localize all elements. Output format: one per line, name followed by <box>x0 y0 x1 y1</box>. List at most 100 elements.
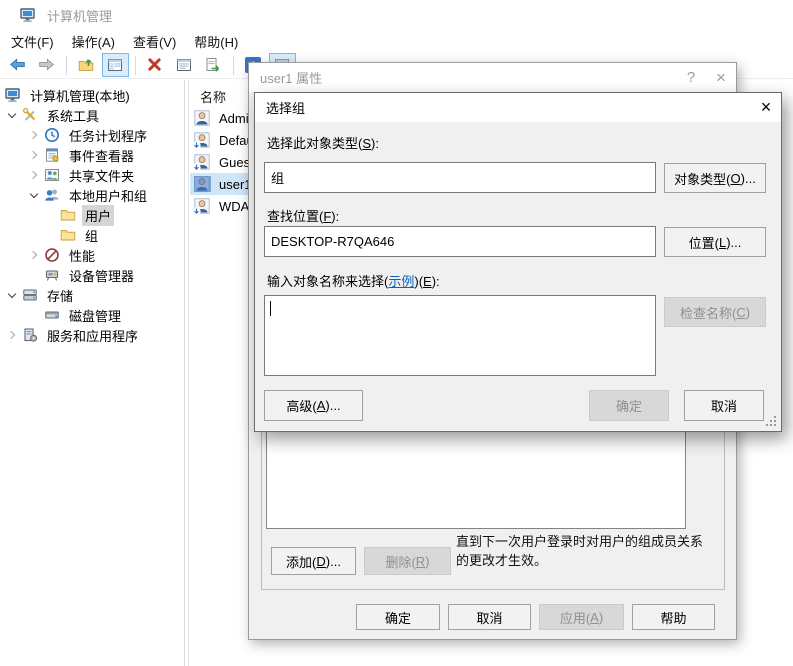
menu-view[interactable]: 查看(V) <box>124 30 185 53</box>
enter-names-label: 输入对象名称来选择(示例)(E): <box>267 271 440 290</box>
dialog-close-button[interactable]: × <box>751 93 781 122</box>
select-groups-title: 选择组 <box>266 98 751 117</box>
tree-item-local-users-and-groups[interactable]: 本地用户和组 <box>0 185 184 205</box>
tree-item-shared-folders[interactable]: 共享文件夹 <box>0 165 184 185</box>
user-disabled-icon <box>194 198 211 214</box>
panel-divider[interactable] <box>184 80 185 666</box>
remove-button[interactable]: 删除(R) <box>364 547 451 575</box>
computer-icon <box>20 7 37 23</box>
back-button[interactable] <box>4 53 31 77</box>
down-arrow-badge-icon <box>192 163 201 172</box>
chevron-right-icon[interactable] <box>24 125 44 145</box>
tree-item-disk-management[interactable]: 磁盘管理 <box>0 305 184 325</box>
expander-spacer <box>24 305 44 325</box>
user-disabled-icon <box>194 154 211 170</box>
select-groups-dialog: 选择组 × 选择此对象类型(S): 组 对象类型(O)... 查找位置(F): … <box>254 92 782 432</box>
location-label: 查找位置(F): <box>267 206 339 225</box>
list-item-label: Gues <box>219 155 250 170</box>
locations-button[interactable]: 位置(L)... <box>664 227 766 257</box>
tools-icon <box>22 107 39 123</box>
resize-grip[interactable] <box>766 416 776 426</box>
menu-help[interactable]: 帮助(H) <box>185 30 247 53</box>
tree-item-computer-management[interactable]: 计算机管理(本地) <box>0 85 184 105</box>
menu-action[interactable]: 操作(A) <box>63 30 124 53</box>
window-title: 计算机管理 <box>47 6 112 25</box>
console-tree: 计算机管理(本地) 系统工具 任务计划程序 事件查看器 共享文件夹 本地用户和组 <box>0 85 184 345</box>
computer-icon <box>5 87 22 103</box>
dialog-close-button[interactable]: × <box>706 63 736 92</box>
chevron-down-icon[interactable] <box>24 185 44 205</box>
forward-icon <box>38 57 55 73</box>
tree-item-groups[interactable]: 组 <box>0 225 184 245</box>
tree-item-task-scheduler[interactable]: 任务计划程序 <box>0 125 184 145</box>
object-type-label: 选择此对象类型(S): <box>267 133 379 152</box>
object-type-value: 组 <box>271 168 284 187</box>
tree-item-services-and-applications[interactable]: 服务和应用程序 <box>0 325 184 345</box>
tree-item-users[interactable]: 用户 <box>0 205 184 225</box>
chevron-down-icon[interactable] <box>2 285 22 305</box>
expander-spacer <box>40 225 60 245</box>
storage-icon <box>22 287 39 303</box>
show-console-tree-button[interactable] <box>102 53 129 77</box>
location-value: DESKTOP-R7QA646 <box>271 234 394 249</box>
tree-item-device-manager[interactable]: 设备管理器 <box>0 265 184 285</box>
check-names-button[interactable]: 检查名称(C) <box>664 297 766 327</box>
list-item-wdagutilityaccount[interactable]: WDA <box>190 195 255 217</box>
enter-names-suffix: )(E): <box>414 274 439 289</box>
cancel-button[interactable]: 取消 <box>684 390 764 421</box>
list-item-administrator[interactable]: Admi <box>190 107 255 129</box>
apply-button[interactable]: 应用(A) <box>539 604 624 630</box>
forward-button[interactable] <box>33 53 60 77</box>
folder-icon <box>60 207 77 223</box>
performance-icon <box>44 247 61 263</box>
ok-button[interactable]: 确定 <box>356 604 440 630</box>
advanced-button[interactable]: 高级(A)... <box>264 390 363 421</box>
toolbar-separator <box>233 56 234 75</box>
tree-item-performance[interactable]: 性能 <box>0 245 184 265</box>
properties-dialog-title: user1 属性 <box>260 68 676 87</box>
object-type-field[interactable]: 组 <box>264 162 656 193</box>
export-list-button[interactable] <box>200 53 227 77</box>
menu-file[interactable]: 文件(F) <box>2 30 63 53</box>
user-disabled-icon <box>194 132 211 148</box>
window-titlebar[interactable]: 计算机管理 <box>0 0 793 30</box>
help-button[interactable]: 帮助 <box>632 604 715 630</box>
chevron-right-icon[interactable] <box>24 145 44 165</box>
object-names-input[interactable] <box>264 295 656 376</box>
users-icon <box>44 187 61 203</box>
export-list-icon <box>205 57 222 73</box>
chevron-down-icon[interactable] <box>2 105 22 125</box>
select-groups-titlebar[interactable]: 选择组 × <box>255 93 781 122</box>
chevron-right-icon[interactable] <box>24 165 44 185</box>
list-item-guest[interactable]: Gues <box>190 151 256 173</box>
object-types-button[interactable]: 对象类型(O)... <box>664 163 766 193</box>
properties-icon <box>176 57 193 73</box>
tree-item-storage[interactable]: 存储 <box>0 285 184 305</box>
list-item-label: Admi <box>219 111 249 126</box>
up-folder-icon <box>78 57 95 73</box>
membership-note: 直到下一次用户登录时对用户的组成员关系的更改才生效。 <box>456 532 710 570</box>
examples-link[interactable]: 示例 <box>388 274 414 289</box>
chevron-right-icon[interactable] <box>24 245 44 265</box>
toolbar-separator <box>135 56 136 75</box>
computer-management-window: 计算机管理 文件(F) 操作(A) 查看(V) 帮助(H) ? 计算机管理(本地… <box>0 0 793 666</box>
tree-item-event-viewer[interactable]: 事件查看器 <box>0 145 184 165</box>
properties-button[interactable] <box>171 53 198 77</box>
cancel-button[interactable]: 取消 <box>448 604 531 630</box>
ok-button[interactable]: 确定 <box>589 390 669 421</box>
delete-button[interactable] <box>142 53 169 77</box>
dialog-help-button[interactable]: ? <box>676 63 706 92</box>
chevron-right-icon[interactable] <box>2 325 22 345</box>
location-field[interactable]: DESKTOP-R7QA646 <box>264 226 656 257</box>
properties-dialog-titlebar[interactable]: user1 属性 ? × <box>249 63 736 92</box>
list-item-label: WDA <box>219 199 249 214</box>
up-folder-button[interactable] <box>73 53 100 77</box>
user-selected-icon <box>194 176 211 192</box>
disk-icon <box>44 307 61 323</box>
add-button[interactable]: 添加(D)... <box>271 547 356 575</box>
selection-overlay <box>194 176 211 192</box>
list-item-label: user1 <box>219 177 252 192</box>
tree-item-system-tools[interactable]: 系统工具 <box>0 105 184 125</box>
menu-bar: 文件(F) 操作(A) 查看(V) 帮助(H) <box>0 30 793 52</box>
toolbar-separator <box>66 56 67 75</box>
